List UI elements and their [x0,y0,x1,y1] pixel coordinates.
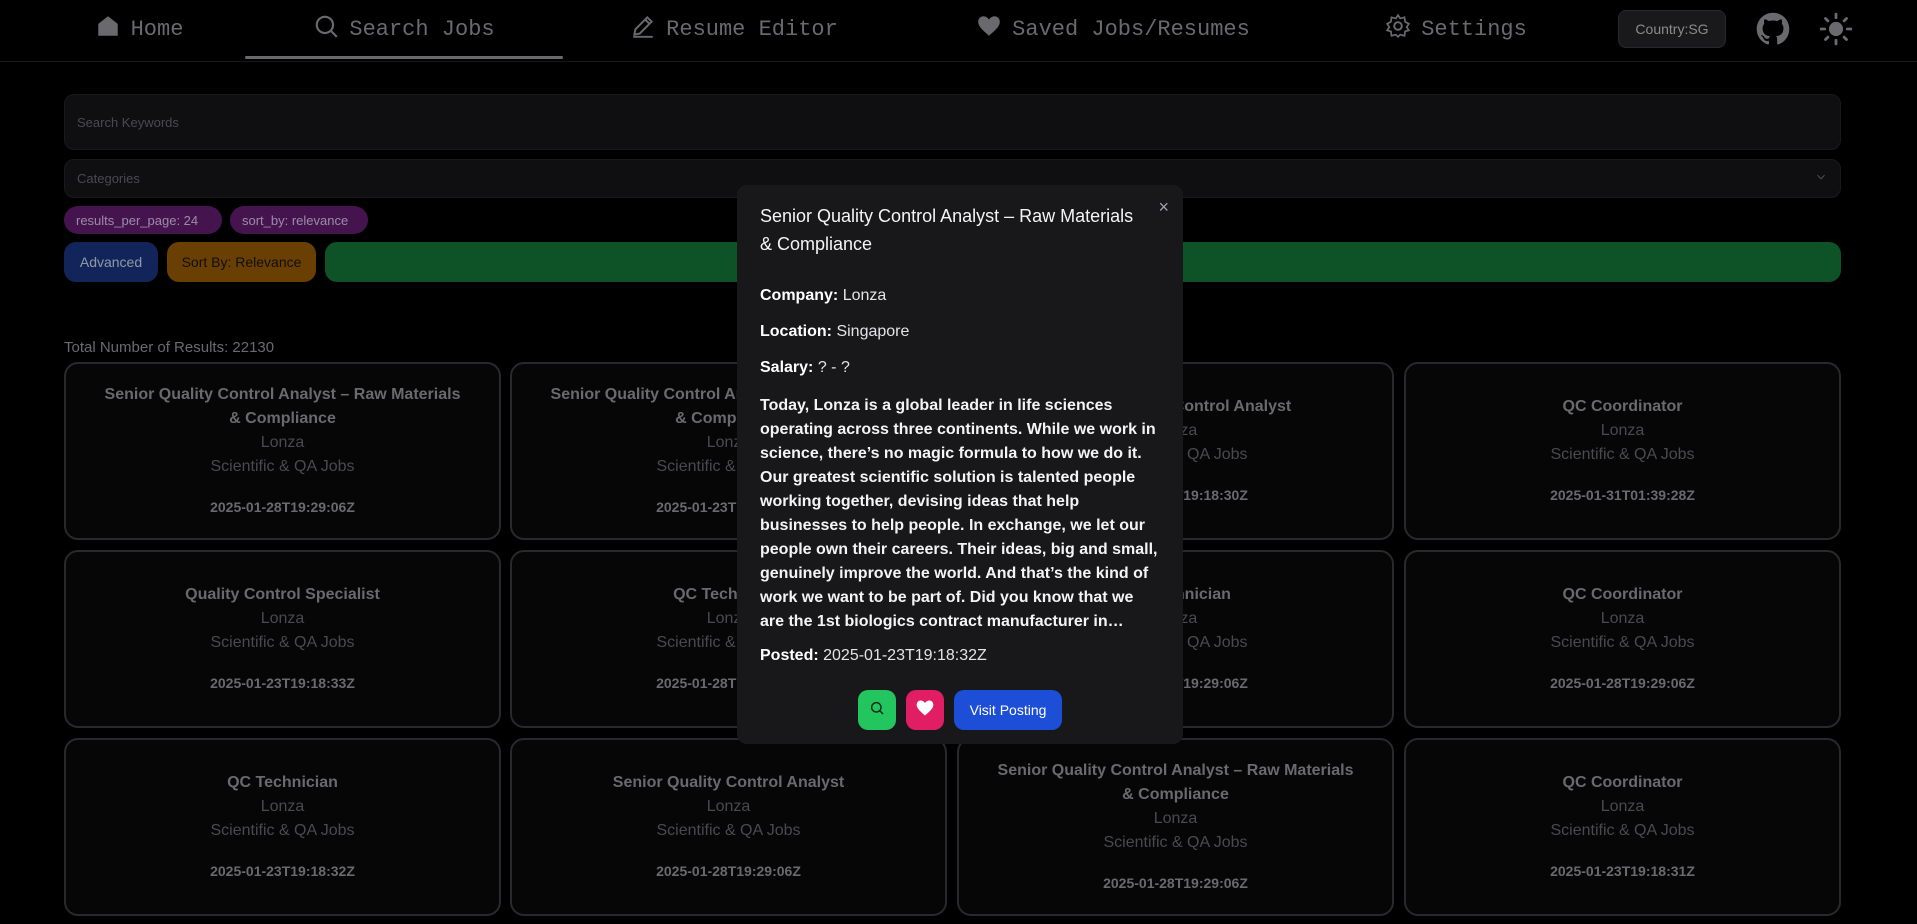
visit-posting-button[interactable]: Visit Posting [953,690,1063,730]
modal-job-title: Senior Quality Control Analyst – Raw Mat… [760,206,1134,254]
modal-salary-row: Salary: ? - ? [760,358,1160,378]
modal-location-value: Singapore [836,323,910,340]
modal-company-value: Lonza [842,287,887,304]
modal-save-button[interactable] [905,690,944,730]
modal-description: Today, Lonza is a global leader in life … [760,397,1158,630]
job-detail-modal: × Senior Quality Control Analyst – Raw M… [737,185,1183,744]
close-icon[interactable]: × [1158,197,1169,218]
heart-icon [915,698,935,723]
modal-posted-label: Posted: [760,647,819,664]
modal-location-row: Location: Singapore [760,322,1160,342]
modal-posted-value: 2025-01-23T19:18:32Z [823,647,987,664]
search-icon [869,700,885,721]
modal-salary-label: Salary: [760,359,814,376]
modal-posted-row: Posted: 2025-01-23T19:18:32Z [760,646,1160,666]
modal-location-label: Location: [760,323,832,340]
modal-salary-value: ? - ? [817,359,850,376]
modal-company-label: Company: [760,287,839,304]
modal-search-button[interactable] [857,690,896,730]
modal-company-row: Company: Lonza [760,286,1160,306]
modal-actions: Visit Posting [737,690,1183,730]
